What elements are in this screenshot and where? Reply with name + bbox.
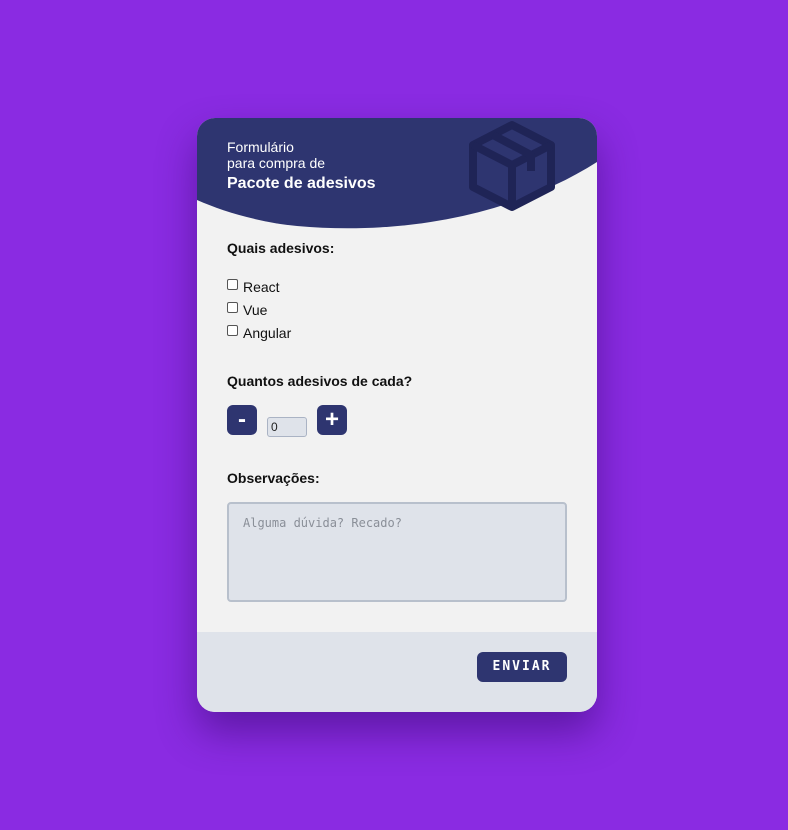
checkbox-label-vue: Vue <box>243 301 268 318</box>
header-line-2: para compra de <box>227 155 326 171</box>
checkbox-option-react[interactable]: React <box>227 275 291 298</box>
checkbox-label-react: React <box>243 278 280 295</box>
checkbox-react[interactable] <box>227 279 238 290</box>
checkbox-angular[interactable] <box>227 325 238 336</box>
quantity-label: Quantos adesivos de cada? <box>227 373 413 389</box>
checkbox-option-angular[interactable]: Angular <box>227 321 291 344</box>
package-box-icon <box>469 121 555 211</box>
increment-button[interactable]: + <box>317 405 347 435</box>
purchase-form-card: Formulário para compra de Pacote de ades… <box>197 118 597 712</box>
header-title: Pacote de adesivos <box>227 175 376 192</box>
checkbox-vue[interactable] <box>227 302 238 313</box>
checkbox-label-angular: Angular <box>243 324 292 341</box>
header-text: Formulário para compra de Pacote de ades… <box>227 139 376 194</box>
quantity-input[interactable] <box>267 417 307 437</box>
checkbox-option-vue[interactable]: Vue <box>227 298 291 321</box>
decrement-button[interactable]: - <box>227 405 257 435</box>
header-line-1: Formulário <box>227 139 294 155</box>
notes-textarea[interactable] <box>227 502 567 602</box>
notes-label: Observações: <box>227 470 320 486</box>
submit-button[interactable]: ENVIAR <box>477 652 567 682</box>
form-footer: ENVIAR <box>197 632 597 712</box>
form-header: Formulário para compra de Pacote de ades… <box>197 118 597 233</box>
sticker-checkbox-group: React Vue Angular <box>227 275 291 344</box>
stickers-label: Quais adesivos: <box>227 240 335 256</box>
